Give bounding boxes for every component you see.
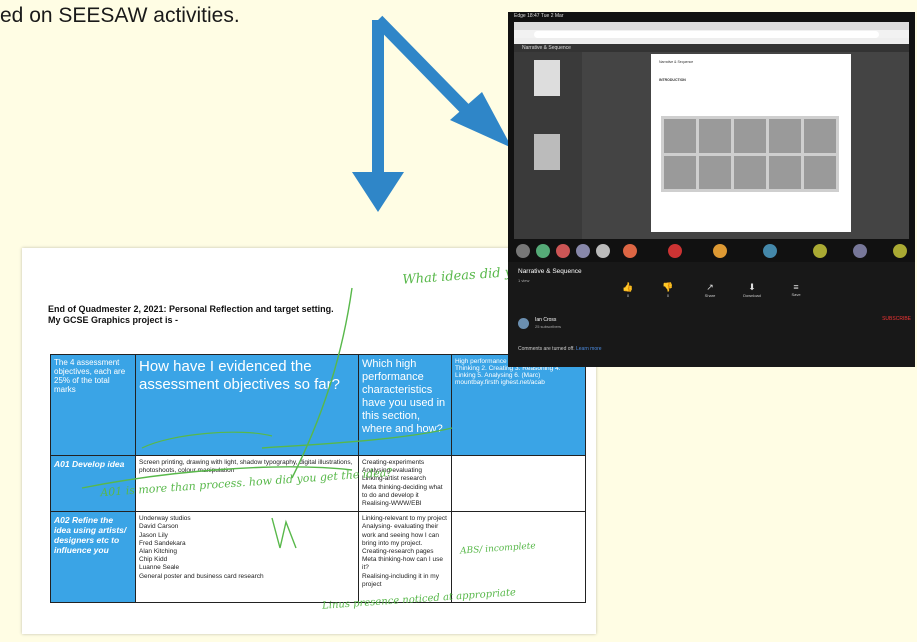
avatar[interactable]: [576, 244, 590, 258]
participant-tiles: [508, 244, 915, 262]
download-label: Download: [743, 293, 761, 298]
video-title: Narrative & Sequence: [518, 268, 582, 275]
pdf-page: Narrative & Sequence INTRODUCTION: [651, 54, 851, 232]
avatar[interactable]: [596, 244, 610, 258]
browser-window: Narrative & Sequence Narrative & Sequenc…: [514, 22, 909, 239]
image-grid: [661, 116, 839, 192]
pdf-toolbar: Narrative & Sequence: [514, 44, 909, 52]
avatar[interactable]: [853, 244, 867, 258]
subscriber-count: 25 subscribers: [535, 324, 562, 329]
channel-avatar[interactable]: [518, 318, 529, 329]
status-bar: Edge 18:47 Tue 2 Mar: [514, 13, 564, 19]
down-arrow-head: [352, 172, 404, 212]
page-intro: INTRODUCTION: [659, 78, 686, 82]
video-views: 1 view: [518, 278, 530, 283]
page-thumbnail[interactable]: [534, 134, 560, 170]
channel-name[interactable]: Ian Cross: [535, 317, 556, 323]
browser-tabs[interactable]: [514, 22, 909, 30]
like-count: 0: [626, 293, 630, 298]
avatar[interactable]: [623, 244, 637, 258]
avatar[interactable]: [668, 244, 682, 258]
page-thumbnail[interactable]: [534, 60, 560, 96]
download-icon: ⬇: [748, 282, 756, 292]
save-label: Save: [791, 292, 801, 297]
page-heading: Narrative & Sequence: [659, 60, 694, 64]
subscribe-button[interactable]: SUBSCRIBE: [882, 316, 911, 322]
comments-notice: Comments are turned off. Learn more: [518, 346, 602, 352]
video-info-panel: Narrative & Sequence 1 view 👍 0 👎 0 ↗ Sh…: [508, 262, 915, 367]
avatar[interactable]: [713, 244, 727, 258]
avatar[interactable]: [893, 244, 907, 258]
share-button[interactable]: ↗ Share: [698, 282, 722, 298]
avatar[interactable]: [536, 244, 550, 258]
dislike-button[interactable]: 👎 0: [656, 282, 680, 298]
share-label: Share: [704, 293, 716, 298]
comments-text: Comments are turned off.: [518, 346, 575, 352]
pdf-viewer: Narrative & Sequence INTRODUCTION: [514, 52, 909, 239]
thumbs-up-icon: 👍: [622, 282, 634, 292]
thumbs-down-icon: 👎: [662, 282, 674, 292]
download-button[interactable]: ⬇ Download: [740, 282, 764, 298]
address-bar[interactable]: [534, 31, 879, 38]
video-call-window: Edge 18:47 Tue 2 Mar Narrative & Sequenc…: [508, 12, 915, 367]
learn-more-link[interactable]: Learn more: [576, 346, 602, 352]
avatar[interactable]: [763, 244, 777, 258]
like-button[interactable]: 👍 0: [616, 282, 640, 298]
page-thumbnails: [514, 52, 582, 239]
save-icon: ≡: [793, 282, 799, 292]
avatar[interactable]: [813, 244, 827, 258]
avatar[interactable]: [516, 244, 530, 258]
share-icon: ↗: [706, 282, 714, 292]
diagonal-arrow-shaft: [373, 15, 473, 117]
avatar[interactable]: [556, 244, 570, 258]
save-button[interactable]: ≡ Save: [784, 282, 808, 297]
dislike-count: 0: [666, 293, 670, 298]
